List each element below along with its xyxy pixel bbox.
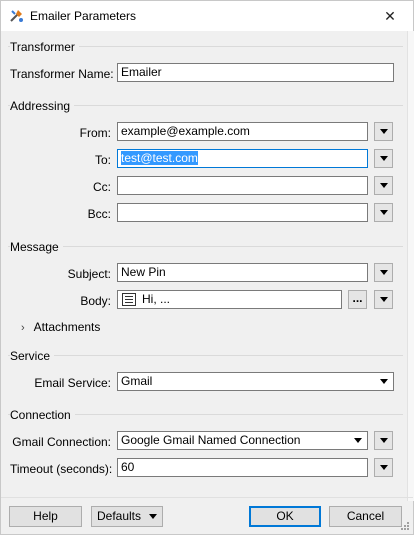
to-input[interactable]: test@test.com	[117, 149, 368, 168]
footer-divider	[1, 497, 413, 498]
timeout-input[interactable]: 60	[117, 458, 368, 477]
to-label: To:	[94, 153, 111, 167]
ok-button[interactable]: OK	[249, 506, 321, 527]
transformer-name-label: Transformer Name:	[10, 67, 114, 81]
bcc-menu-button[interactable]	[374, 203, 393, 222]
gmail-connection-select[interactable]: Google Gmail Named Connection	[117, 431, 368, 450]
from-input[interactable]: example@example.com	[117, 122, 368, 141]
chevron-down-icon	[380, 270, 388, 275]
message-group-title: Message	[10, 240, 63, 254]
service-group-title: Service	[10, 349, 55, 363]
help-button[interactable]: Help	[9, 506, 82, 527]
chevron-down-icon	[380, 129, 388, 134]
chevron-down-icon	[380, 183, 388, 188]
bcc-label: Bcc:	[87, 207, 111, 221]
fme-transformer-icon	[10, 10, 23, 22]
gmail-connection-label: Gmail Connection:	[12, 435, 111, 449]
email-service-label: Email Service:	[34, 376, 111, 390]
close-button[interactable]: ✕	[367, 1, 413, 31]
body-input[interactable]: Hi, ...	[117, 290, 342, 309]
chevron-down-icon	[380, 210, 388, 215]
transformer-name-input[interactable]: Emailer	[117, 63, 394, 82]
gmail-connection-menu-button[interactable]	[374, 431, 393, 450]
attachments-label: Attachments	[33, 320, 101, 334]
chevron-down-icon	[380, 379, 388, 384]
close-icon: ✕	[384, 8, 396, 24]
text-document-icon	[122, 293, 136, 306]
title-bar: Emailer Parameters ✕	[1, 1, 413, 31]
addressing-group-title: Addressing	[10, 99, 75, 113]
cancel-button[interactable]: Cancel	[329, 506, 402, 527]
body-menu-button[interactable]	[374, 290, 393, 309]
scroll-area-edge	[407, 31, 414, 501]
from-label: From:	[79, 126, 111, 140]
chevron-down-icon	[380, 465, 388, 470]
chevron-down-icon	[380, 156, 388, 161]
attachments-expander[interactable]: › Attachments	[21, 320, 100, 334]
subject-label: Subject:	[67, 267, 111, 281]
chevron-down-icon	[354, 438, 362, 443]
body-label: Body:	[80, 294, 111, 308]
connection-group-title: Connection	[10, 408, 75, 422]
cc-label: Cc:	[93, 180, 111, 194]
from-menu-button[interactable]	[374, 122, 393, 141]
chevron-down-icon	[380, 297, 388, 302]
defaults-button[interactable]: Defaults	[91, 506, 163, 527]
timeout-menu-button[interactable]	[374, 458, 393, 477]
email-service-value: Gmail	[121, 374, 153, 388]
subject-menu-button[interactable]	[374, 263, 393, 282]
chevron-right-icon: ›	[21, 322, 25, 334]
body-edit-button[interactable]: ...	[348, 290, 367, 309]
subject-input[interactable]: New Pin	[117, 263, 368, 282]
timeout-label: Timeout (seconds):	[10, 462, 113, 476]
transformer-group-title: Transformer	[10, 40, 79, 54]
chevron-down-icon	[380, 438, 388, 443]
email-service-select[interactable]: Gmail	[117, 372, 394, 391]
cc-menu-button[interactable]	[374, 176, 393, 195]
defaults-button-label: Defaults	[96, 509, 142, 523]
emailer-parameters-dialog: Emailer Parameters ✕ Transformer Transfo…	[0, 0, 414, 535]
to-input-selected-text: test@test.com	[121, 151, 198, 165]
window-title: Emailer Parameters	[30, 9, 137, 23]
gmail-connection-value: Google Gmail Named Connection	[121, 433, 301, 447]
to-menu-button[interactable]	[374, 149, 393, 168]
bcc-input[interactable]	[117, 203, 368, 222]
cc-input[interactable]	[117, 176, 368, 195]
body-preview-text: Hi, ...	[142, 292, 171, 306]
chevron-down-icon	[149, 514, 158, 520]
resize-grip-icon[interactable]	[400, 521, 410, 531]
